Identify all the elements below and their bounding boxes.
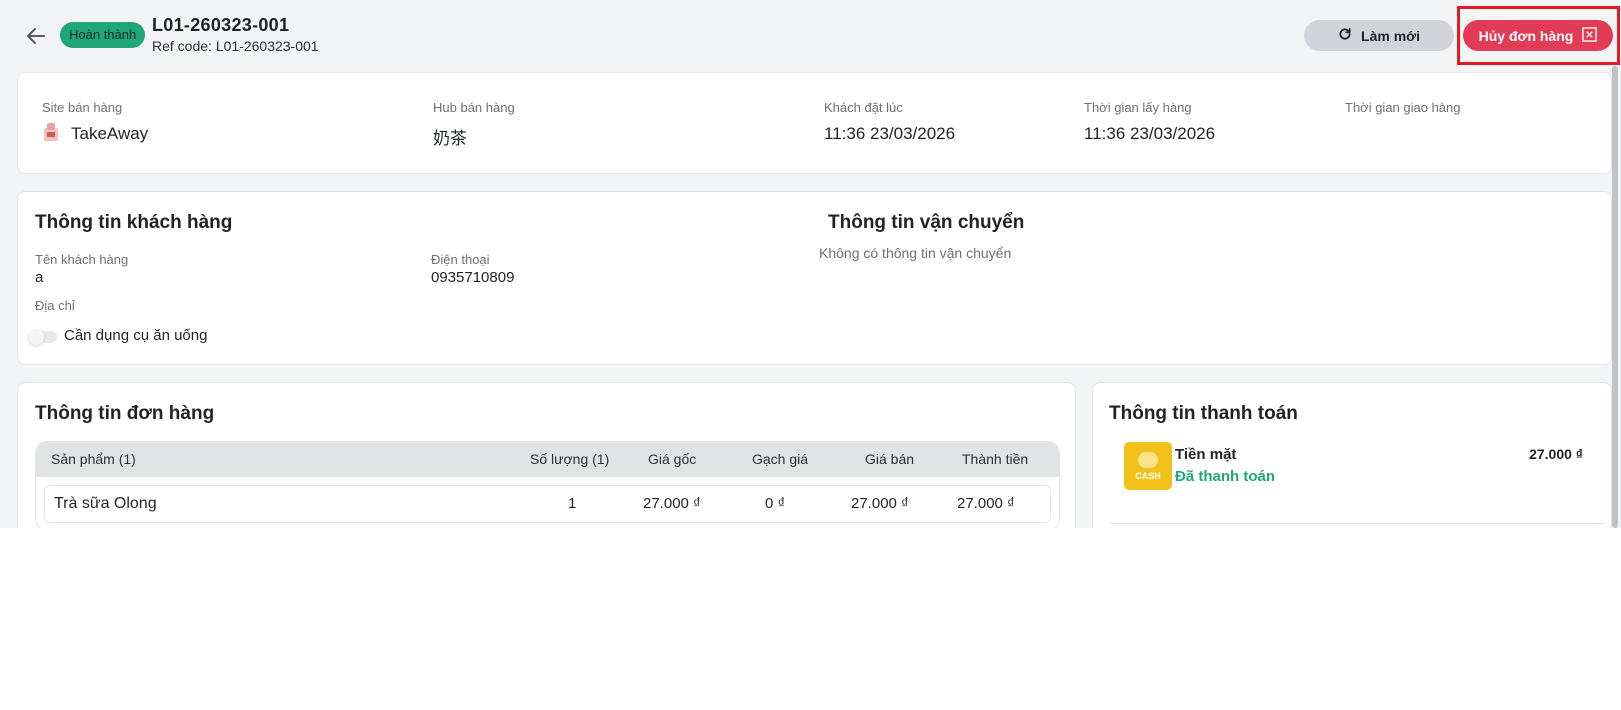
col-quantity: Số lượng (1) — [530, 451, 610, 467]
table-header: Sản phẩm (1) Số lượng (1) Giá gốc Gạch g… — [36, 442, 1059, 477]
utensils-label: Cần dụng cụ ăn uống — [64, 327, 208, 344]
ordered-at-label: Khách đặt lúc — [824, 100, 903, 115]
pickup-time-value: 11:36 23/03/2026 — [1084, 124, 1216, 143]
shipping-empty-text: Không có thông tin vận chuyển — [819, 245, 1012, 261]
hub-label: Hub bán hàng — [433, 100, 515, 115]
payment-section-title: Thông tin thanh toán — [1109, 403, 1298, 424]
payment-status: Đã thanh toán — [1175, 468, 1275, 485]
product-name: Trà sữa Olong — [54, 495, 157, 512]
order-summary-card: Site bán hàng TakeAway Hub bán hàng 奶茶 K… — [17, 72, 1612, 174]
customer-shipping-card: Thông tin khách hàng Tên khách hàng a Đi… — [17, 191, 1612, 365]
original-price: 27.000 ₫ — [643, 495, 701, 512]
toggle-knob — [28, 329, 44, 345]
line-total: 27.000 ₫ — [957, 495, 1015, 512]
hub-value: 奶茶 — [433, 129, 467, 148]
back-arrow-icon[interactable] — [24, 24, 48, 48]
phone-value: 0935710809 — [431, 269, 515, 286]
sale-price: 27.000 ₫ — [851, 495, 909, 512]
payment-amount: 27.000 ₫ — [1529, 446, 1583, 462]
shipping-section-title: Thông tin vận chuyển — [828, 212, 1025, 233]
order-items-table: Sản phẩm (1) Số lượng (1) Giá gốc Gạch g… — [35, 441, 1060, 528]
customer-name-value: a — [35, 269, 44, 286]
customer-name-label: Tên khách hàng — [35, 252, 129, 267]
utensils-toggle[interactable] — [28, 329, 57, 345]
strike-price: 0 ₫ — [765, 495, 786, 512]
refresh-icon — [1338, 27, 1352, 44]
order-code: L01-260323-001 — [152, 15, 290, 35]
payment-info-card: Thông tin thanh toán CASH Tiền mặt Đã th… — [1092, 382, 1612, 528]
customer-section-title: Thông tin khách hàng — [35, 212, 233, 233]
address-label: Địa chỉ — [35, 298, 75, 313]
pickup-time-label: Thời gian lấy hàng — [1084, 100, 1192, 115]
cancel-label: Hủy đơn hàng — [1478, 27, 1574, 44]
col-strike-price: Gạch giá — [752, 451, 809, 467]
col-original-price: Giá gốc — [648, 451, 697, 467]
refresh-button[interactable]: Làm mới — [1304, 20, 1454, 51]
cash-icon-text: CASH — [1135, 471, 1161, 481]
page-scrollbar[interactable] — [1612, 66, 1618, 528]
ordered-at-value: 11:36 23/03/2026 — [824, 124, 956, 143]
cash-coin-shape — [1138, 452, 1158, 468]
status-badge: Hoàn thành — [60, 22, 146, 48]
divider — [1109, 523, 1605, 524]
payment-method: Tiền mặt — [1175, 446, 1237, 463]
col-product: Sản phẩm (1) — [51, 451, 136, 467]
cash-icon: CASH — [1124, 442, 1172, 490]
site-label: Site bán hàng — [42, 100, 123, 115]
order-detail-page: Hoàn thành L01-260323-001 Ref code: L01-… — [0, 0, 1621, 528]
refresh-label: Làm mới — [1361, 27, 1420, 44]
store-icon — [42, 122, 60, 142]
site-value: TakeAway — [71, 124, 149, 143]
table-row[interactable]: Trà sữa Olong 1 27.000 ₫ 0 ₫ 27.000 ₫ 27… — [44, 485, 1051, 523]
order-info-card: Thông tin đơn hàng Sản phẩm (1) Số lượng… — [17, 382, 1076, 528]
ref-code: Ref code: L01-260323-001 — [152, 38, 319, 54]
quantity: 1 — [568, 495, 577, 512]
delivery-time-label: Thời gian giao hàng — [1345, 100, 1461, 115]
col-sale-price: Giá bán — [865, 451, 915, 467]
cancel-order-button[interactable]: Hủy đơn hàng — [1463, 20, 1613, 51]
phone-label: Điện thoại — [431, 252, 490, 267]
close-box-icon — [1582, 26, 1598, 45]
col-total: Thành tiền — [962, 451, 1029, 467]
order-section-title: Thông tin đơn hàng — [35, 403, 215, 424]
